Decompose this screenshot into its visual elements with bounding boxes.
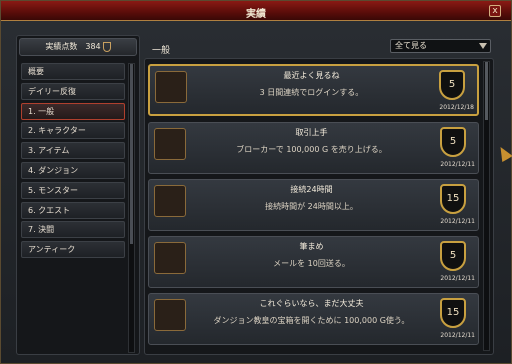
achievement-row[interactable]: 接続24時間 接続時間が 24時間以上。 15 2012/12/11 bbox=[148, 179, 479, 231]
achievements-window: 実績 x 実績点数 384 概要 デイリー反復 1. 一般 2. キャラクター 3… bbox=[0, 0, 512, 364]
shield-icon: 15 bbox=[440, 298, 466, 328]
achievement-row[interactable]: 取引上手 ブローカーで 100,000 G を売り上げる。 5 2012/12/… bbox=[148, 122, 479, 174]
achievement-points: 実績点数 384 bbox=[19, 38, 137, 56]
points-label: 実績点数 bbox=[45, 42, 78, 51]
achievement-desc: ダンジョン教皇の宝箱を開くために 100,000 G使う。 bbox=[213, 316, 410, 325]
achievement-row[interactable]: 最近よく見るね 3 日間連続でログインする。 5 2012/12/18 bbox=[148, 64, 479, 116]
achievement-date: 2012/12/11 bbox=[440, 218, 475, 225]
category-general[interactable]: 1. 一般 bbox=[21, 102, 125, 120]
achievement-name: 最近よく見るね bbox=[283, 71, 340, 80]
achievement-date: 2012/12/11 bbox=[440, 275, 475, 282]
achievement-scroll-thumb[interactable] bbox=[485, 62, 488, 120]
category-item[interactable]: 3. アイテム bbox=[21, 142, 125, 160]
category-list: 概要 デイリー反復 1. 一般 2. キャラクター 3. アイテム 4. ダンジ… bbox=[21, 63, 125, 261]
medal-icon bbox=[102, 41, 111, 52]
category-quest[interactable]: 6. クエスト bbox=[21, 201, 125, 219]
gold-coins-icon bbox=[154, 299, 186, 331]
close-button[interactable]: x bbox=[489, 5, 501, 17]
achievement-name: 取引上手 bbox=[295, 128, 328, 137]
category-overview[interactable]: 概要 bbox=[21, 63, 125, 80]
achievement-desc: 3 日間連続でログインする。 bbox=[259, 88, 364, 97]
shield-icon: 5 bbox=[439, 70, 465, 100]
achievement-desc: ブローカーで 100,000 G を売り上げる。 bbox=[236, 145, 387, 154]
achievement-row[interactable]: これぐらいなら、まだ大丈夫 ダンジョン教皇の宝箱を開くために 100,000 G… bbox=[148, 293, 479, 345]
achievement-date: 2012/12/11 bbox=[440, 161, 475, 168]
achievement-name: 接続24時間 bbox=[290, 185, 333, 194]
category-antique[interactable]: アンティーク bbox=[21, 241, 125, 259]
category-scrollbar[interactable] bbox=[128, 63, 135, 353]
category-daily[interactable]: デイリー反復 bbox=[21, 82, 125, 100]
title-bar[interactable]: 実績 x bbox=[1, 1, 511, 21]
category-monster[interactable]: 5. モンスター bbox=[21, 181, 125, 199]
achievement-desc: メールを 10回送る。 bbox=[273, 259, 350, 268]
section-title: 一般 bbox=[152, 46, 171, 56]
window-title: 実績 bbox=[246, 9, 266, 20]
clock-icon bbox=[154, 185, 186, 217]
shield-icon: 5 bbox=[440, 241, 466, 271]
achievement-desc: 接続時間が 24時間以上。 bbox=[265, 202, 358, 211]
filter-value: 全て見る bbox=[395, 41, 427, 50]
achievement-row[interactable]: 筆まめ メールを 10回送る。 5 2012/12/11 bbox=[148, 236, 479, 288]
shield-icon: 15 bbox=[440, 184, 466, 214]
mouse-cursor-icon bbox=[495, 143, 512, 163]
achievement-scrollbar[interactable] bbox=[483, 61, 490, 351]
category-character[interactable]: 2. キャラクター bbox=[21, 122, 125, 140]
dropdown-arrow-icon bbox=[479, 43, 487, 49]
category-duel[interactable]: 7. 決闘 bbox=[21, 221, 125, 239]
clock-icon bbox=[155, 71, 187, 103]
achievement-name: これぐらいなら、まだ大丈夫 bbox=[259, 299, 364, 308]
letter-icon bbox=[154, 242, 186, 274]
gold-coins-icon bbox=[154, 128, 186, 160]
category-scroll-thumb[interactable] bbox=[130, 64, 133, 244]
achievement-date: 2012/12/18 bbox=[439, 104, 474, 111]
filter-dropdown[interactable]: 全て見る bbox=[390, 39, 491, 53]
achievement-name: 筆まめ bbox=[299, 242, 324, 251]
shield-icon: 5 bbox=[440, 127, 466, 157]
category-dungeon[interactable]: 4. ダンジョン bbox=[21, 161, 125, 179]
points-value: 384 bbox=[85, 42, 101, 51]
achievement-date: 2012/12/11 bbox=[440, 332, 475, 339]
